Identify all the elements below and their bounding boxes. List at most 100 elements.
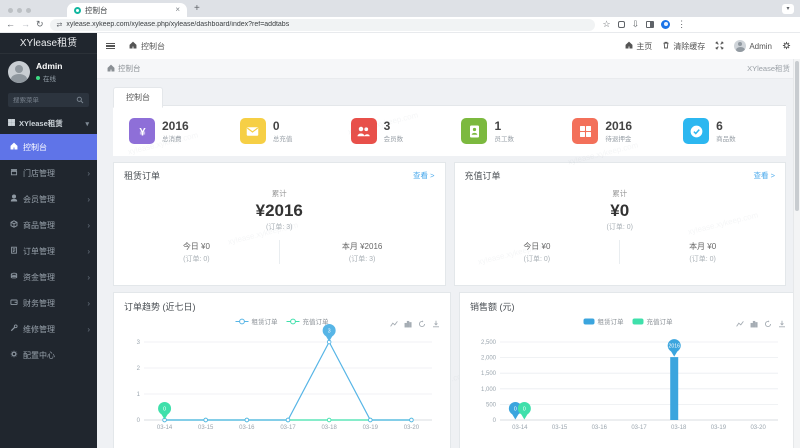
tab-title: 控制台: [85, 5, 108, 15]
user-name: Admin: [36, 61, 63, 72]
bookmark-star-icon[interactable]: ☆: [603, 20, 611, 29]
gear-icon: [10, 350, 18, 360]
extension-icon[interactable]: [617, 21, 625, 28]
stat-label: 待退押金: [605, 136, 632, 144]
sidebar-item-goods[interactable]: 商品管理 ›: [0, 212, 97, 238]
sidebar-item-label: 订单管理: [23, 246, 55, 256]
tab-close-icon[interactable]: ×: [175, 6, 180, 14]
home-button[interactable]: 主页: [625, 41, 652, 52]
svg-text:0: 0: [523, 406, 526, 412]
user-menu[interactable]: Admin: [734, 40, 772, 52]
scrollbar-thumb[interactable]: [795, 61, 799, 211]
grid-icon: [8, 119, 15, 128]
sidebar-item-funds[interactable]: 资金管理 ›: [0, 264, 97, 290]
refresh-icon[interactable]: ↻: [36, 20, 44, 29]
sidebar-search[interactable]: [8, 93, 89, 107]
svg-text:2016: 2016: [668, 344, 680, 350]
clear-cache-button[interactable]: 清除缓存: [662, 41, 705, 52]
sidebar-menu: 控制台 门店管理 › 会员管理 › 商品管理 › 订单管理 › 资金管理 › 财务管理 › 维修管理 › 配置…: [0, 134, 97, 368]
svg-text:2,000: 2,000: [481, 356, 497, 362]
legend-item[interactable]: 充值订单: [286, 316, 329, 326]
svg-text:03-15: 03-15: [552, 425, 568, 431]
sidebar-item-console[interactable]: 控制台: [0, 134, 97, 160]
toolbox-save-image-icon[interactable]: [778, 315, 786, 333]
menu-section-header[interactable]: XYlease租赁 ▾: [0, 113, 97, 134]
cumulative-value: ¥2016: [255, 201, 303, 220]
legend-item[interactable]: 充值订单: [632, 316, 673, 326]
forward-icon[interactable]: →: [21, 20, 30, 29]
cube-icon: [10, 220, 18, 230]
view-link[interactable]: 查看 >: [754, 170, 775, 181]
settings-button[interactable]: [782, 41, 791, 52]
sidebar-item-label: 配置中心: [23, 350, 55, 360]
user-panel: Admin 在线: [0, 54, 97, 90]
svg-text:1: 1: [137, 392, 141, 398]
pending-deposit-icon: [572, 118, 599, 144]
stat-goods-count: 6 商品数: [671, 118, 782, 144]
fullscreen-button[interactable]: [715, 41, 724, 52]
coins-icon: [10, 272, 18, 282]
sidebar-item-finance[interactable]: 财务管理 ›: [0, 290, 97, 316]
brand-title: XYlease租赁: [0, 33, 97, 54]
user-status: 在线: [36, 73, 62, 83]
kebab-menu-icon[interactable]: ⋮: [677, 20, 686, 29]
toolbox-line-icon[interactable]: [736, 315, 744, 333]
url-bar[interactable]: ⇄ xylease.xykeep.com/xylease.php/xylease…: [49, 18, 595, 31]
legend-item[interactable]: 租赁订单: [583, 316, 624, 326]
chevron-right-icon: ›: [87, 298, 90, 308]
hamburger-icon[interactable]: [106, 42, 115, 50]
stat-value: 0: [272, 118, 280, 133]
breadcrumb: 控制台 XYlease租赁: [97, 59, 800, 79]
stat-value: 1: [494, 118, 502, 133]
sidebar-item-store[interactable]: 门店管理 ›: [0, 160, 97, 186]
sidebar-item-label: 维修管理: [23, 324, 55, 334]
wrench-icon: [10, 324, 18, 334]
stat-value: 3: [383, 118, 391, 133]
scrollbar[interactable]: [793, 59, 800, 448]
download-icon[interactable]: ⇩: [632, 20, 640, 29]
stats-row: ¥2016 总消费 0 总充值 3 会员数 1 员工数 2016 待退押金 6 商品数: [113, 106, 786, 156]
new-tab-button[interactable]: +: [194, 4, 200, 14]
toolbox-bar-icon[interactable]: [404, 315, 412, 333]
svg-text:03-18: 03-18: [671, 425, 687, 431]
stat-value: 6: [716, 118, 723, 133]
sidebar: XYlease租赁 Admin 在线 XYlease租赁 ▾ 控制台门店管理›会…: [0, 33, 97, 448]
sidebar-item-config[interactable]: 配置中心: [0, 342, 97, 368]
breadcrumb-right: XYlease租赁: [747, 64, 790, 73]
svg-text:0: 0: [163, 406, 166, 412]
sidebar-item-member[interactable]: 会员管理 ›: [0, 186, 97, 212]
sidebar-item-order[interactable]: 订单管理 ›: [0, 238, 97, 264]
toolbox-line-icon[interactable]: [390, 315, 398, 333]
search-input[interactable]: [13, 96, 76, 104]
content-tab-console[interactable]: 控制台: [113, 87, 163, 108]
toolbox-restore-icon[interactable]: [418, 315, 426, 333]
legend-item[interactable]: 租赁订单: [235, 316, 278, 326]
toolbox-save-image-icon[interactable]: [432, 315, 440, 333]
side-panel-icon[interactable]: [646, 21, 655, 28]
toolbox-restore-icon[interactable]: [764, 315, 772, 333]
member-count-icon: [350, 118, 377, 144]
clipboard-icon: [10, 246, 18, 256]
view-link[interactable]: 查看 >: [413, 170, 434, 181]
window-controls[interactable]: [8, 8, 31, 13]
svg-text:03-20: 03-20: [404, 425, 420, 431]
panel-title: 租赁订单: [124, 171, 161, 181]
chevron-right-icon: ›: [87, 246, 90, 256]
max-pin: 0: [517, 402, 531, 420]
tab-list-chevron-icon[interactable]: ▾: [782, 4, 794, 14]
gear-icon: [782, 41, 791, 52]
cumulative-orders: (订单: 0): [606, 224, 633, 231]
toolbox-bar-icon[interactable]: [750, 315, 758, 333]
back-icon[interactable]: ←: [6, 20, 15, 29]
sidebar-item-repair[interactable]: 维修管理 ›: [0, 316, 97, 342]
chart-sales-amount: 销售额 (元) 租赁订单 充值订单 0 500 1,000 1,500 2,000 2,500 0…: [459, 292, 797, 448]
topbar-tab-console[interactable]: 控制台: [123, 33, 171, 59]
max-pin: 0: [158, 402, 172, 420]
stat-staff-count: 1 员工数: [449, 118, 560, 144]
chart-toolbox: [736, 315, 786, 333]
browser-tab[interactable]: 控制台 ×: [67, 3, 187, 17]
svg-text:¥: ¥: [139, 126, 146, 138]
svg-text:03-15: 03-15: [198, 425, 214, 431]
browser-profile-avatar[interactable]: [661, 20, 671, 29]
stat-value: 2016: [162, 118, 189, 133]
